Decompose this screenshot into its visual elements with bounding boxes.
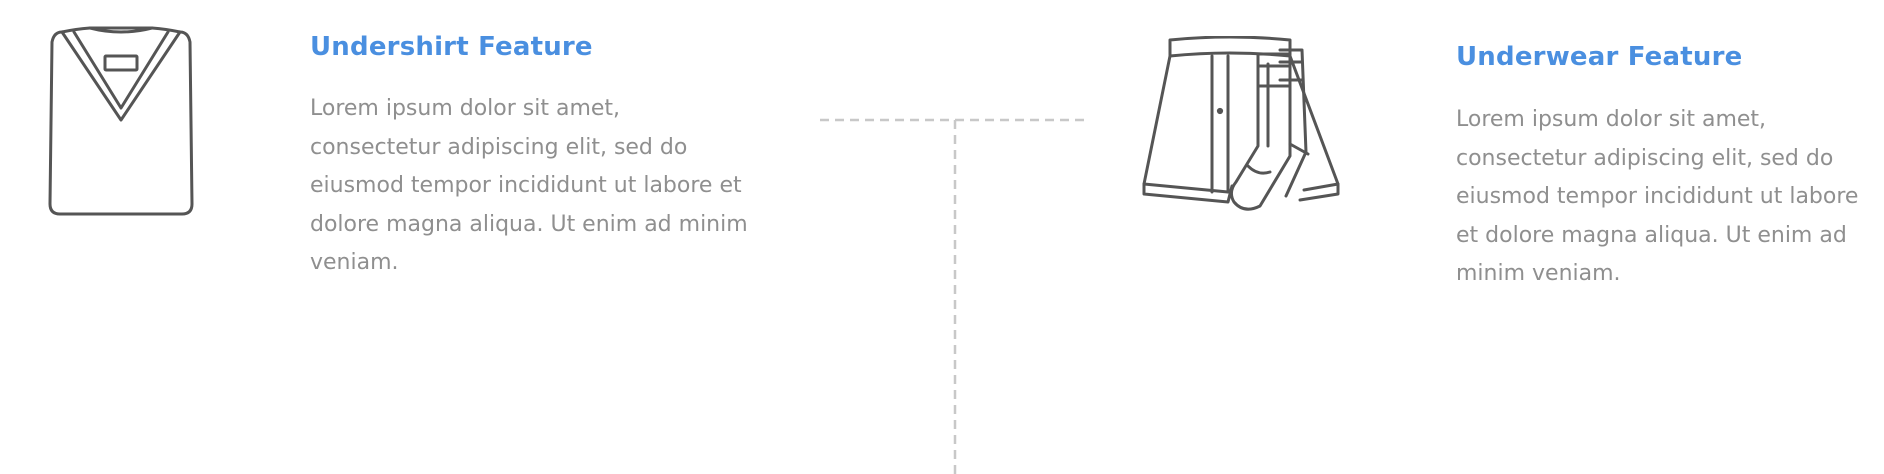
feature-description: Lorem ipsum dolor sit amet, consectetur … [310,96,748,275]
feature-title: Underwear Feature [1456,42,1743,72]
feature-description: Lorem ipsum dolor sit amet, consectetur … [1456,107,1859,286]
undershirt-icon [48,26,194,216]
feature-title: Undershirt Feature [310,32,593,62]
underwear-socks-icon [1142,36,1340,211]
dashed-connector [820,118,1090,474]
